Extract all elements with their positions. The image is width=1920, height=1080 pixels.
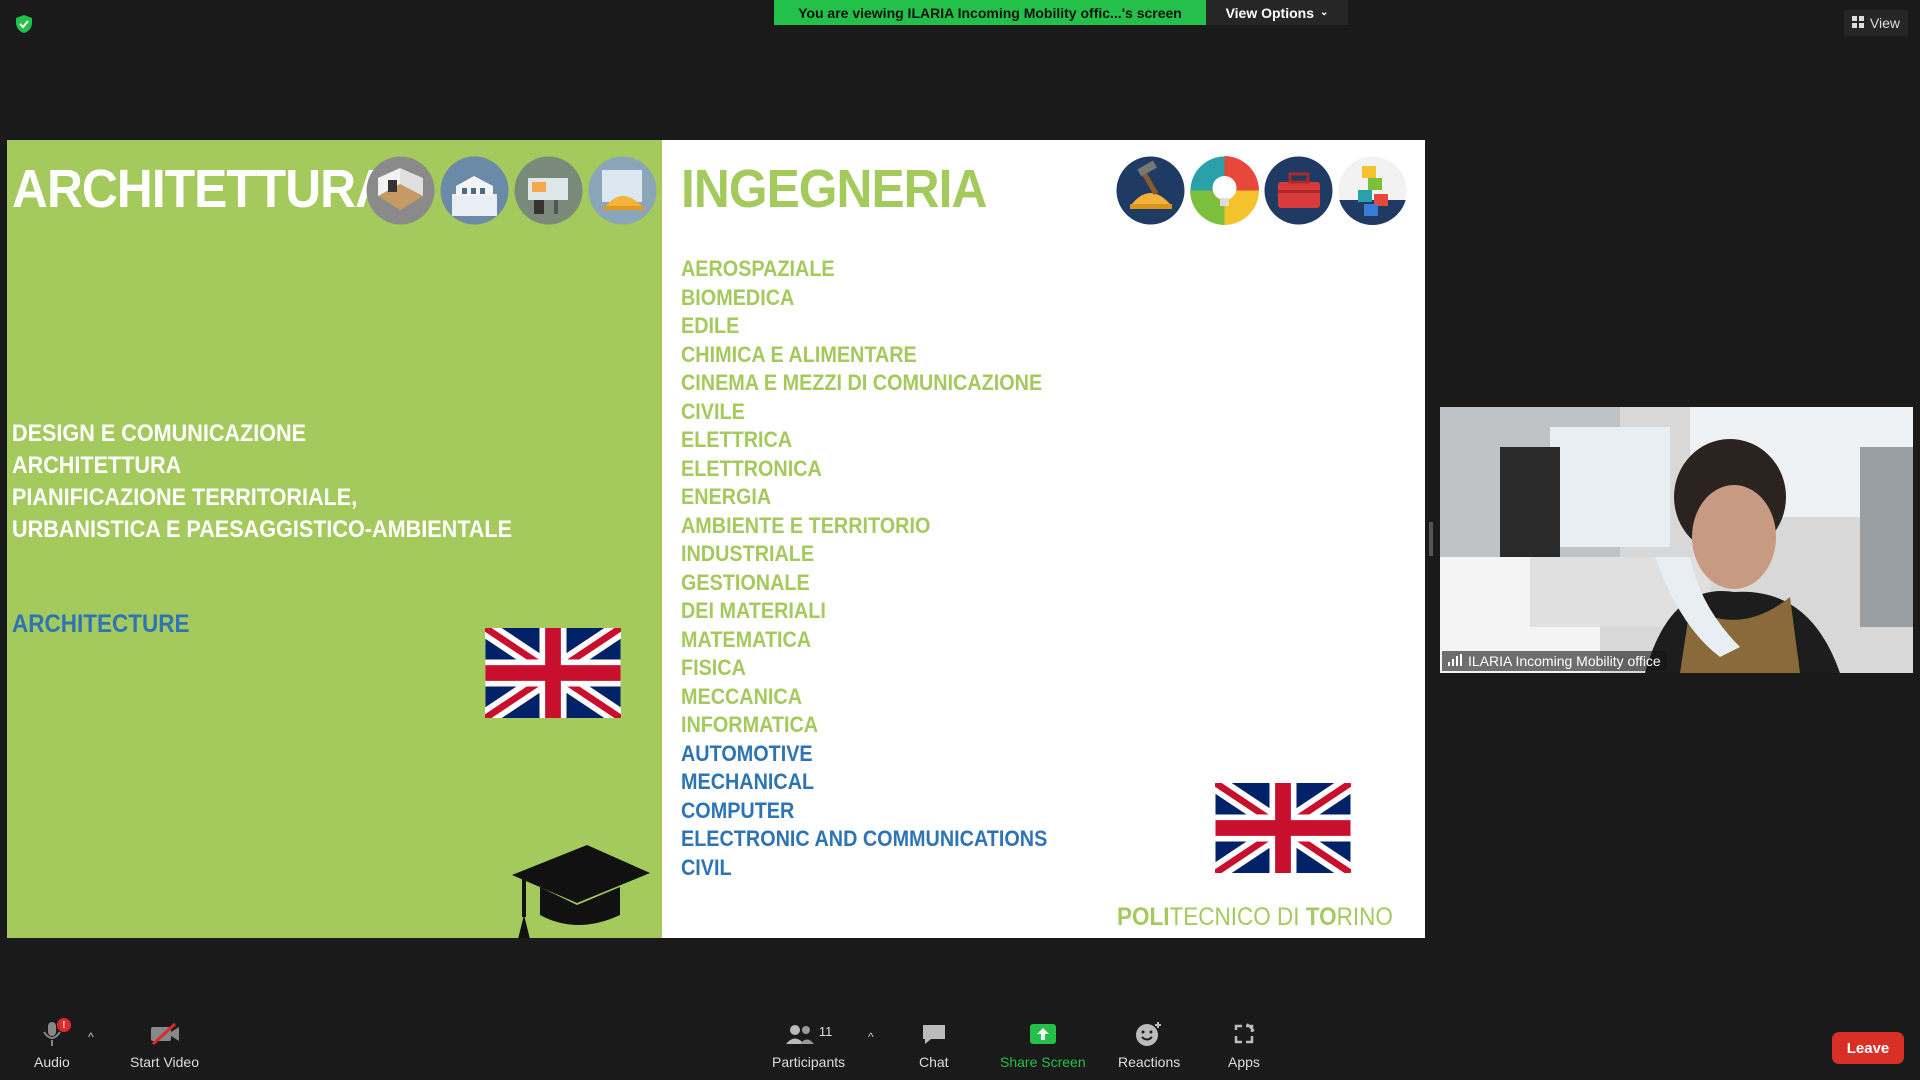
- lightbulb-icon: [1190, 156, 1259, 225]
- share-screen-button[interactable]: Share Screen: [1000, 1020, 1086, 1070]
- reactions-label: Reactions: [1118, 1054, 1181, 1070]
- architecture-course-item: ARCHITETTURA: [12, 452, 182, 479]
- reactions-smiley-icon: [1135, 1021, 1163, 1050]
- uk-flag-icon: [480, 620, 626, 726]
- architecture-course-item: DESIGN E COMUNICAZIONE: [12, 420, 307, 447]
- apps-icon: [1232, 1022, 1256, 1049]
- video-off-icon: [149, 1022, 181, 1049]
- engineering-english-course: CIVIL: [681, 854, 732, 880]
- polito-part: TO: [1305, 903, 1337, 931]
- audio-options-caret[interactable]: ^: [88, 1030, 94, 1044]
- engineering-english-course: MECHANICAL: [681, 769, 815, 794]
- view-options-label: View Options: [1225, 4, 1315, 21]
- engineering-course-item: ELETTRICA: [681, 427, 793, 452]
- engineering-course-item: EDILE: [681, 313, 740, 338]
- politecnico-logo-text: POLITECNICO DI TORINO: [1117, 903, 1393, 932]
- engineering-course-item: GESTIONALE: [681, 569, 810, 595]
- participants-label: Participants: [772, 1054, 846, 1070]
- engineering-english-course: AUTOMOTIVE: [681, 740, 813, 766]
- architecture-courses: DESIGN E COMUNICAZIONE ARCHITETTURA PIAN…: [12, 418, 568, 546]
- apps-button[interactable]: Apps: [1228, 1020, 1260, 1070]
- graduation-cap-icon: [502, 835, 652, 938]
- engineering-course-item: AEROSPAZIALE: [681, 256, 835, 281]
- start-video-label: Start Video: [130, 1054, 200, 1070]
- engineering-course-item: INDUSTRIALE: [681, 541, 815, 566]
- architecture-course-item: PIANIFICAZIONE TERRITORIALE,: [12, 484, 358, 511]
- participants-count: 11: [818, 1023, 833, 1039]
- participant-name: ILARIA Incoming Mobility office: [1468, 653, 1661, 669]
- view-options-button[interactable]: View Options ⌄: [1206, 0, 1348, 25]
- engineering-course-item: DEI MATERIALI: [681, 598, 826, 623]
- engineering-course-item: BIOMEDICA: [681, 284, 795, 310]
- engineering-icons: [1116, 156, 1407, 225]
- engineering-course-item: ELETTRONICA: [681, 455, 822, 481]
- leave-button[interactable]: Leave: [1832, 1032, 1904, 1064]
- building-blocks-icon: [1338, 156, 1407, 225]
- building-plan-icon: [440, 156, 509, 225]
- view-label: View: [1869, 15, 1900, 31]
- engineering-course-item: MECCANICA: [681, 683, 803, 709]
- engineering-course-item: CINEMA E MEZZI DI COMUNICAZIONE: [681, 370, 1043, 395]
- participant-video-tile[interactable]: ILARIA Incoming Mobility office: [1440, 407, 1913, 673]
- engineering-course-item: ENERGIA: [681, 484, 772, 509]
- participant-name-label: ILARIA Incoming Mobility office: [1442, 651, 1667, 671]
- engineering-courses: AEROSPAZIALE BIOMEDICA EDILE CHIMICA E A…: [681, 255, 1088, 882]
- engineering-course-item: MATEMATICA: [681, 626, 812, 652]
- audio-warning-badge: !: [56, 1018, 71, 1032]
- engineering-course-item: FISICA: [681, 655, 746, 680]
- architecture-panel: ARCHITETTURA DESIGN E COMUNICAZIONE ARCH…: [7, 140, 662, 938]
- share-screen-icon: [1029, 1022, 1057, 1049]
- encryption-shield-icon[interactable]: [14, 14, 34, 34]
- share-screen-label: Share Screen: [1000, 1054, 1086, 1070]
- meeting-window: You are viewing ILARIA Incoming Mobility…: [0, 0, 1920, 1080]
- desk-workspace-icon: [514, 156, 583, 225]
- audio-label: Audio: [34, 1054, 70, 1070]
- start-video-button[interactable]: Start Video: [130, 1020, 199, 1070]
- view-button[interactable]: View: [1843, 10, 1908, 36]
- engineering-english-course: ELECTRONIC AND COMMUNICATIONS: [681, 826, 1048, 851]
- shared-screen-slide: ARCHITETTURA DESIGN E COMUNICAZIONE ARCH…: [7, 140, 1425, 938]
- engineering-course-item: CHIMICA E ALIMENTARE: [681, 341, 917, 367]
- architecture-icons: [366, 156, 657, 225]
- hammer-helmet-icon: [1116, 156, 1185, 225]
- viewing-screen-banner: You are viewing ILARIA Incoming Mobility…: [774, 0, 1206, 25]
- participants-icon: [785, 1023, 815, 1048]
- toolbox-icon: [1264, 156, 1333, 225]
- reactions-button[interactable]: Reactions: [1118, 1020, 1180, 1070]
- panel-resize-handle[interactable]: [1429, 522, 1433, 556]
- polito-part: POLI: [1117, 903, 1170, 931]
- engineering-course-item: INFORMATICA: [681, 712, 819, 737]
- participant-video-feed: [1440, 407, 1913, 673]
- uk-flag-icon: [1210, 775, 1356, 881]
- polito-part: TECNICO DI: [1169, 903, 1306, 931]
- participants-button[interactable]: 11 Participants: [772, 1020, 846, 1071]
- meeting-toolbar: ! Audio ^ Start Video 11 Participants ^: [0, 1012, 1920, 1080]
- engineering-title: INGEGNERIA: [681, 159, 987, 219]
- chat-button[interactable]: Chat: [919, 1020, 949, 1070]
- apps-label: Apps: [1228, 1054, 1260, 1070]
- signal-strength-icon: [1448, 653, 1462, 669]
- architecture-title: ARCHITETTURA: [12, 159, 391, 219]
- chevron-down-icon: ⌄: [1320, 7, 1329, 18]
- architecture-course-item: URBANISTICA E PAESAGGISTICO-AMBIENTALE: [12, 516, 513, 543]
- room-interior-icon: [366, 156, 435, 225]
- grid-view-icon: [1851, 15, 1864, 31]
- engineering-course-item: CIVILE: [681, 398, 745, 424]
- blueprint-helmet-icon: [588, 156, 657, 225]
- chat-bubble-icon: [921, 1022, 947, 1049]
- engineering-course-item: AMBIENTE E TERRITORIO: [681, 512, 931, 538]
- participants-options-caret[interactable]: ^: [868, 1030, 874, 1044]
- architecture-english-course: ARCHITECTURE: [12, 610, 190, 638]
- audio-button[interactable]: ! Audio: [34, 1018, 71, 1070]
- chat-label: Chat: [919, 1054, 949, 1070]
- polito-part: RINO: [1336, 903, 1393, 931]
- engineering-english-course: COMPUTER: [681, 797, 795, 823]
